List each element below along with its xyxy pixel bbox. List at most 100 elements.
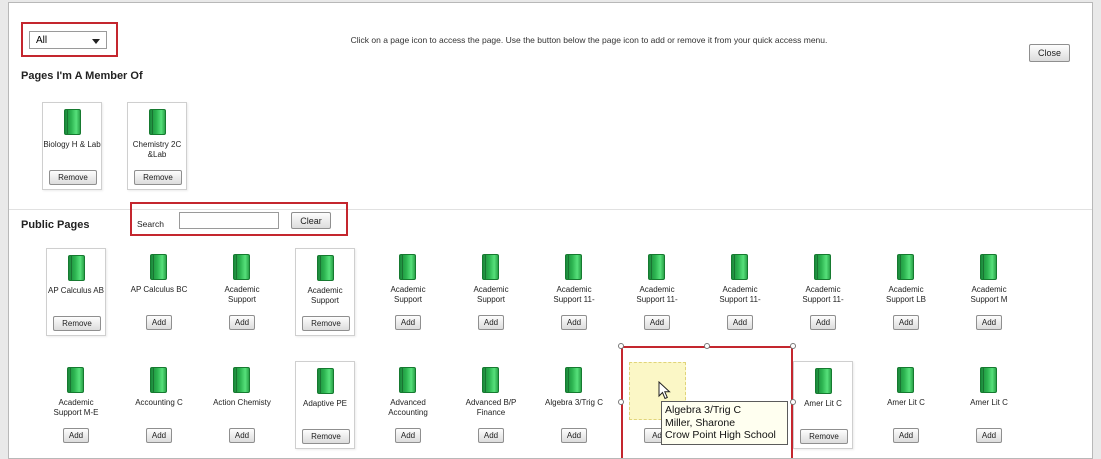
book-icon[interactable]: [399, 254, 416, 280]
book-icon[interactable]: [67, 367, 84, 393]
page-tile[interactable]: AP Calculus AB Remove: [46, 248, 106, 336]
page-name: Academic Support 11-: [636, 285, 678, 304]
book-icon[interactable]: [150, 254, 167, 280]
book-icon[interactable]: [317, 255, 334, 281]
page-name: Academic Support LB: [885, 285, 927, 304]
remove-button[interactable]: Remove: [134, 170, 182, 185]
add-button[interactable]: Add: [229, 428, 255, 443]
page-tile[interactable]: Action Chemisty Add: [212, 361, 272, 449]
page-tile[interactable]: Academic Support 11- Add: [710, 248, 770, 336]
page-tile[interactable]: Amer Lit C Add: [959, 361, 1019, 449]
page-tile[interactable]: Academic Support LB Add: [876, 248, 936, 336]
remove-button[interactable]: Remove: [800, 429, 848, 444]
page-tile[interactable]: Academic Support Remove: [295, 248, 355, 336]
add-button[interactable]: Add: [146, 315, 172, 330]
page-tile[interactable]: Advanced B/P Finance Add: [461, 361, 521, 449]
page-tile[interactable]: Algebra 3/Trig C Add: [544, 361, 604, 449]
book-icon[interactable]: [980, 254, 997, 280]
remove-button[interactable]: Remove: [49, 170, 97, 185]
page-name: Academic Support M-E: [53, 398, 99, 417]
page-tile[interactable]: Amer Lit C Remove: [793, 361, 853, 449]
page-name: Action Chemisty: [213, 398, 271, 407]
add-button[interactable]: Add: [644, 315, 670, 330]
book-icon[interactable]: [897, 367, 914, 393]
book-icon[interactable]: [64, 109, 81, 135]
page-tile[interactable]: Biology H & Lab Remove: [42, 102, 102, 190]
remove-button[interactable]: Remove: [302, 429, 350, 444]
selection-handle: [618, 399, 624, 405]
add-button[interactable]: Add: [478, 428, 504, 443]
book-icon[interactable]: [565, 254, 582, 280]
add-button[interactable]: Add: [561, 428, 587, 443]
page-name: Academic Support: [224, 285, 260, 304]
book-icon[interactable]: [482, 254, 499, 280]
book-icon[interactable]: [565, 367, 582, 393]
add-button[interactable]: Add: [810, 315, 836, 330]
filter-highlight-box: [21, 22, 118, 57]
selection-handle: [790, 399, 796, 405]
book-icon[interactable]: [731, 254, 748, 280]
page-tile[interactable]: Amer Lit C Add: [876, 361, 936, 449]
tooltip-school: Crow Point High School: [665, 429, 776, 441]
book-icon[interactable]: [149, 109, 166, 135]
page-name: Academic Support: [307, 286, 343, 305]
page-name: Academic Support M: [970, 285, 1008, 304]
book-icon[interactable]: [815, 368, 832, 394]
page-name: Advanced Accounting: [388, 398, 428, 417]
remove-button[interactable]: Remove: [302, 316, 350, 331]
selection-handle: [790, 343, 796, 349]
add-button[interactable]: Add: [976, 315, 1002, 330]
search-highlight-box: [130, 202, 348, 236]
page-tile[interactable]: Academic Support 11- Add: [544, 248, 604, 336]
page-tile[interactable]: Academic Support Add: [461, 248, 521, 336]
book-icon[interactable]: [317, 368, 334, 394]
page-name: Biology H & Lab: [43, 140, 101, 149]
book-icon[interactable]: [897, 254, 914, 280]
page-tooltip: Algebra 3/Trig C Miller, Sharone Crow Po…: [661, 401, 788, 445]
close-button[interactable]: Close: [1029, 44, 1070, 62]
page-tile[interactable]: Academic Support 11- Add: [627, 248, 687, 336]
book-icon[interactable]: [68, 255, 85, 281]
add-button[interactable]: Add: [976, 428, 1002, 443]
page-tile[interactable]: AP Calculus BC Add: [129, 248, 189, 336]
book-icon[interactable]: [399, 367, 416, 393]
add-button[interactable]: Add: [478, 315, 504, 330]
quick-access-panel: All Click on a page icon to access the p…: [8, 2, 1093, 459]
add-button[interactable]: Add: [727, 315, 753, 330]
book-icon[interactable]: [648, 254, 665, 280]
book-icon[interactable]: [814, 254, 831, 280]
add-button[interactable]: Add: [395, 428, 421, 443]
page-name: Academic Support: [473, 285, 509, 304]
add-button[interactable]: Add: [561, 315, 587, 330]
page-tile[interactable]: Adaptive PE Remove: [295, 361, 355, 449]
add-button[interactable]: Add: [229, 315, 255, 330]
page-name: Academic Support 11-: [802, 285, 844, 304]
book-icon[interactable]: [980, 367, 997, 393]
page-name: Chemistry 2C &Lab: [132, 140, 182, 159]
book-icon[interactable]: [482, 367, 499, 393]
page-name: Amer Lit C: [970, 398, 1008, 407]
page-tile[interactable]: Academic Support 11- Add: [793, 248, 853, 336]
page-tile[interactable]: Academic Support Add: [378, 248, 438, 336]
selection-handle: [618, 343, 624, 349]
page-tile[interactable]: Chemistry 2C &Lab Remove: [127, 102, 187, 190]
tooltip-title: Algebra 3/Trig C: [665, 404, 742, 416]
page-tile[interactable]: Academic Support M-E Add: [46, 361, 106, 449]
add-button[interactable]: Add: [893, 428, 919, 443]
book-icon[interactable]: [233, 367, 250, 393]
book-icon[interactable]: [233, 254, 250, 280]
book-icon[interactable]: [150, 367, 167, 393]
page-tile[interactable]: Academic Support Add: [212, 248, 272, 336]
page-tile[interactable]: Advanced Accounting Add: [378, 361, 438, 449]
add-button[interactable]: Add: [395, 315, 421, 330]
member-section-title: Pages I'm A Member Of: [21, 70, 143, 82]
page-name: Adaptive PE: [302, 399, 348, 408]
remove-button[interactable]: Remove: [53, 316, 101, 331]
add-button[interactable]: Add: [146, 428, 172, 443]
add-button[interactable]: Add: [63, 428, 89, 443]
page-tile[interactable]: Accounting C Add: [129, 361, 189, 449]
instructions-text: Click on a page icon to access the page.…: [350, 35, 828, 45]
add-button[interactable]: Add: [893, 315, 919, 330]
page-tile[interactable]: Academic Support M Add: [959, 248, 1019, 336]
public-section-title: Public Pages: [21, 219, 90, 231]
